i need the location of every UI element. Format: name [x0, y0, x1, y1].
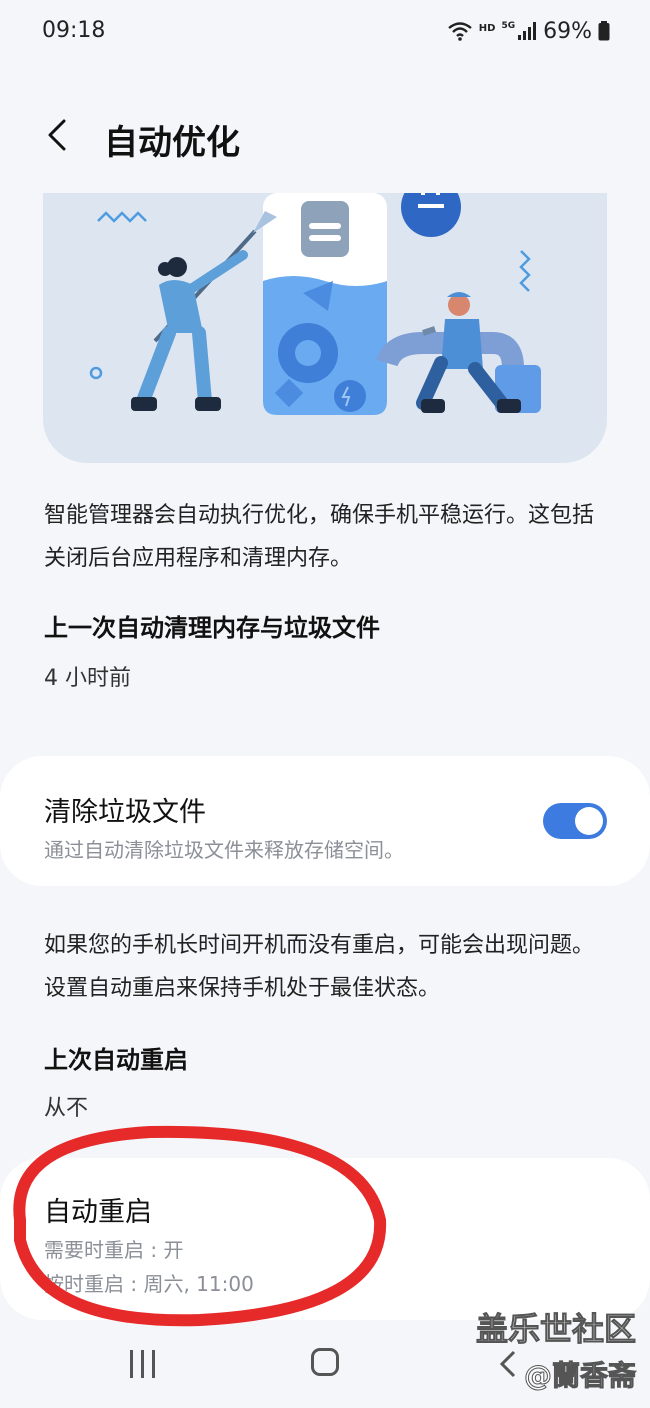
- watermark-author: @蘭香斋: [523, 1359, 636, 1393]
- status-icons: HD 5G 69%: [447, 16, 610, 46]
- restart-description: 如果您的手机长时间开机而没有重启，可能会出现问题。设置自动重启来保持手机处于最佳…: [44, 933, 595, 1001]
- clear-junk-toggle[interactable]: [543, 803, 607, 839]
- watermark-title: 盖乐世社区: [475, 1310, 636, 1349]
- status-bar: 09:18 HD 5G 69%: [0, 0, 650, 62]
- last-clean-heading: 上一次自动清理内存与垃圾文件: [44, 614, 380, 642]
- app-header: 自动优化: [0, 95, 650, 185]
- signal-icon: [518, 22, 537, 40]
- toggle-knob: [575, 807, 603, 835]
- wifi-icon: [448, 22, 472, 41]
- optimization-illustration: [43, 193, 607, 463]
- clear-junk-files-card[interactable]: 清除垃圾文件 通过自动清除垃圾文件来释放存储空间。: [0, 756, 650, 886]
- back-button[interactable]: [36, 113, 80, 157]
- status-time: 09:18: [42, 18, 106, 43]
- cleaning-illustration-icon: [89, 193, 541, 415]
- last-restart-heading: 上次自动重启: [44, 1046, 188, 1074]
- last-restart-value: 从不: [44, 1096, 89, 1121]
- last-clean-value: 4 小时前: [44, 666, 131, 691]
- battery-icon: [598, 21, 610, 41]
- battery-percent: 69%: [543, 18, 592, 44]
- clear-junk-subtitle: 通过自动清除垃圾文件来释放存储空间。: [44, 838, 404, 862]
- page-title: 自动优化: [104, 123, 240, 163]
- network-type: 5G: [501, 21, 516, 31]
- recent-apps-icon[interactable]: [128, 1350, 158, 1378]
- home-icon[interactable]: [311, 1348, 339, 1376]
- auto-restart-schedule: 按时重启 : 周六, 11:00: [44, 1272, 254, 1296]
- clear-junk-title: 清除垃圾文件: [44, 797, 206, 828]
- hd-badge: HD: [478, 22, 496, 34]
- auto-restart-when-needed: 需要时重启 : 开: [44, 1238, 184, 1262]
- chevron-left-icon: [48, 119, 66, 151]
- auto-restart-card[interactable]: 自动重启 需要时重启 : 开 按时重启 : 周六, 11:00: [0, 1158, 650, 1320]
- back-icon[interactable]: [498, 1350, 518, 1378]
- auto-restart-title: 自动重启: [44, 1197, 152, 1228]
- optimization-description: 智能管理器会自动执行优化，确保手机平稳运行。这包括关闭后台应用程序和清理内存。: [44, 503, 595, 571]
